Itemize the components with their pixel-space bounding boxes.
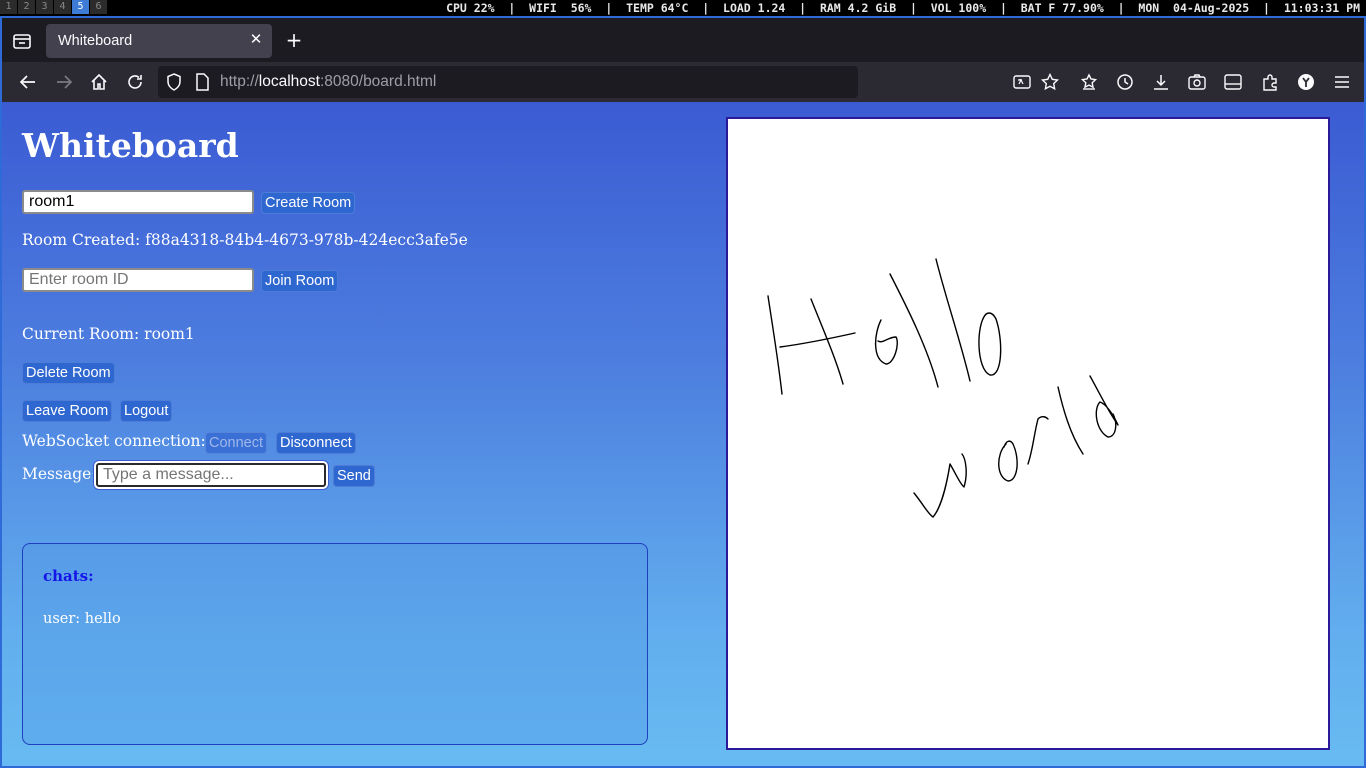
plus-icon[interactable]: + bbox=[284, 30, 304, 50]
page-title: Whiteboard bbox=[22, 126, 239, 165]
close-icon[interactable]: ✕ bbox=[248, 32, 264, 48]
join-room-button[interactable]: Join Room bbox=[261, 270, 339, 292]
url-text[interactable]: http://localhost:8080/board.html bbox=[220, 73, 436, 91]
url-bar[interactable]: http://localhost:8080/board.html bbox=[158, 66, 858, 98]
leave-room-button[interactable]: Leave Room bbox=[22, 400, 113, 422]
page-content: Whiteboard room1 Create Room Room Create… bbox=[0, 102, 1366, 768]
back-arrow-icon[interactable] bbox=[18, 72, 38, 92]
history-icon[interactable] bbox=[1115, 72, 1135, 92]
message-input[interactable]: Type a message... bbox=[96, 463, 326, 487]
create-room-button[interactable]: Create Room bbox=[261, 192, 356, 214]
page-icon[interactable] bbox=[192, 72, 212, 92]
workspace-5[interactable]: 5 bbox=[72, 0, 90, 14]
workspace-1[interactable]: 1 bbox=[0, 0, 18, 14]
disconnect-button[interactable]: Disconnect bbox=[276, 432, 356, 454]
system-status-bar: 123456 CPU 22% | WIFI 56% | TEMP 64°C | … bbox=[0, 0, 1366, 16]
message-label: Message: bbox=[22, 465, 97, 483]
system-status-text: CPU 22% | WIFI 56% | TEMP 64°C | LOAD 1.… bbox=[446, 1, 1360, 15]
chats-panel: chats: user: hello bbox=[22, 543, 648, 745]
logout-button[interactable]: Logout bbox=[120, 400, 173, 422]
download-icon[interactable] bbox=[1151, 72, 1171, 92]
menu-icon[interactable] bbox=[1332, 72, 1352, 92]
send-button[interactable]: Send bbox=[333, 465, 375, 487]
whiteboard-canvas[interactable] bbox=[726, 117, 1330, 750]
workspace-4[interactable]: 4 bbox=[54, 0, 72, 14]
websocket-label: WebSocket connection: bbox=[22, 432, 206, 450]
connect-button[interactable]: Connect bbox=[205, 432, 268, 454]
extensions-icon[interactable] bbox=[1260, 72, 1280, 92]
browser-chrome: Whiteboard ✕ + http://localhost:8080/boa… bbox=[0, 16, 1366, 102]
translate-icon[interactable] bbox=[1012, 72, 1032, 92]
room-id-input[interactable]: Enter room ID bbox=[22, 268, 254, 292]
forward-arrow-icon[interactable] bbox=[54, 72, 74, 92]
tab-title: Whiteboard bbox=[58, 33, 133, 49]
tab-strip: Whiteboard ✕ + bbox=[2, 18, 1364, 62]
workspace-3[interactable]: 3 bbox=[36, 0, 54, 14]
account-icon[interactable] bbox=[1296, 72, 1316, 92]
chats-title: chats: bbox=[43, 567, 94, 585]
reload-icon[interactable] bbox=[125, 72, 145, 92]
star-icon[interactable] bbox=[1040, 72, 1060, 92]
tab-whiteboard[interactable]: Whiteboard ✕ bbox=[46, 24, 272, 58]
screenshot-icon[interactable] bbox=[1187, 72, 1207, 92]
canvas-drawing bbox=[767, 258, 1119, 518]
current-room-text: Current Room: room1 bbox=[22, 325, 195, 343]
room-created-text: Room Created: f88a4318-84b4-4673-978b-42… bbox=[22, 231, 468, 249]
workspace-2[interactable]: 2 bbox=[18, 0, 36, 14]
navigation-bar: http://localhost:8080/board.html bbox=[2, 62, 1364, 102]
tab-list-icon[interactable] bbox=[12, 32, 32, 50]
delete-room-button[interactable]: Delete Room bbox=[22, 362, 115, 384]
workspace-6[interactable]: 6 bbox=[90, 0, 108, 14]
bookmarks-icon[interactable] bbox=[1079, 72, 1099, 92]
home-icon[interactable] bbox=[89, 72, 109, 92]
room-name-input[interactable]: room1 bbox=[22, 190, 254, 214]
workspace-switcher[interactable]: 123456 bbox=[0, 0, 108, 14]
chat-message: user: hello bbox=[43, 611, 121, 627]
sidebar-icon[interactable] bbox=[1223, 72, 1243, 92]
shield-icon[interactable] bbox=[164, 72, 184, 92]
